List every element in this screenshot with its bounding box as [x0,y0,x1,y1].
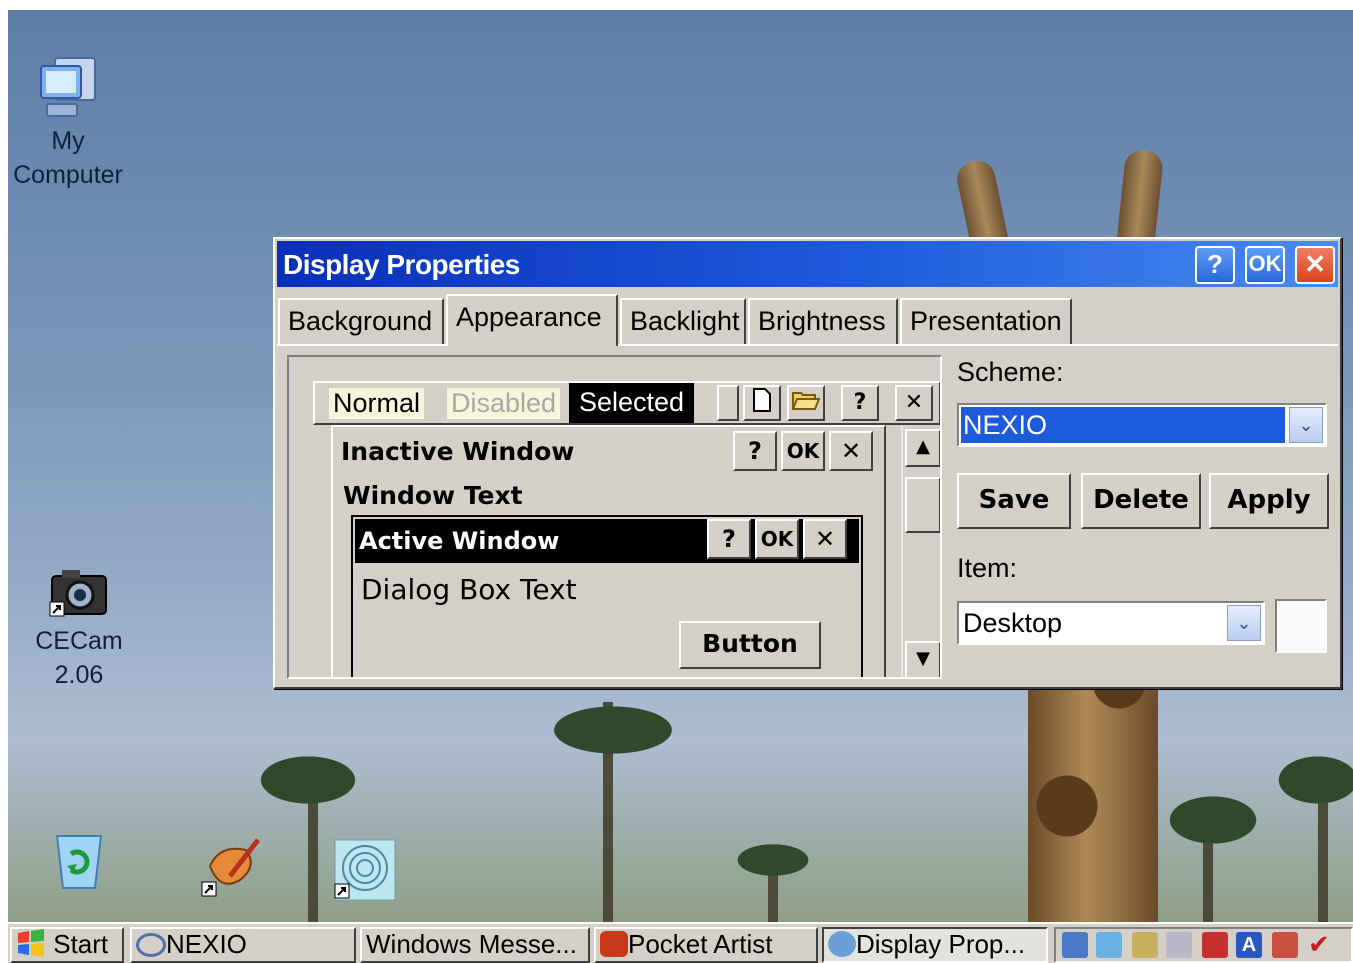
preview-active-window: Active Window ? OK ✕ Dialog Box Text But… [351,515,863,677]
item-dropdown[interactable]: Desktop ⌄ [957,601,1265,645]
cecam-shortcut[interactable]: CECam 2.06 [24,564,134,692]
tab-brightness[interactable]: Brightness [748,298,898,344]
preview-menubar: Normal Disabled Selected ? ✕ [313,381,940,425]
palm-frond [538,700,688,760]
desktop-icon-label: CECam [35,627,123,655]
chevron-down-icon[interactable]: ⌄ [1289,407,1323,443]
nexio-app-icon [136,933,166,957]
taskbar-item-label: Windows Messe... [366,929,577,959]
window-text-sample: Window Text [343,481,523,510]
dialog-box-text-sample: Dialog Box Text [361,573,577,606]
tab-backlight[interactable]: Backlight [620,298,746,344]
close-button[interactable]: ✕ [1295,246,1335,284]
menu-disabled: Disabled [447,388,561,419]
recycle-bin-shortcut[interactable] [44,830,114,892]
save-button[interactable]: Save [957,473,1071,529]
delete-button[interactable]: Delete [1081,473,1201,529]
preview-sample-button: Button [679,621,821,669]
apply-button[interactable]: Apply [1209,473,1329,529]
system-tray: A ✔ [1054,927,1353,963]
display-properties-app-icon [828,931,856,957]
recycle-bin-icon [49,830,109,892]
input-mode-icon[interactable]: A [1236,932,1262,958]
computer-icon [37,54,99,124]
taskbar-item-label: Display Prop... [856,929,1026,959]
help-button[interactable]: ? [1195,246,1235,284]
pen-icon[interactable] [1202,932,1228,958]
tab-appearance[interactable]: Appearance [446,294,618,346]
power-plug-icon[interactable] [1132,932,1158,958]
display-properties-dialog: Display Properties ? OK ✕ Background App… [273,237,1342,689]
preview-inactive-window: Inactive Window ? OK ✕ Window Text Activ… [331,425,886,677]
item-color-swatch[interactable] [1275,599,1327,653]
active-help-icon: ? [707,519,751,559]
active-window-caption: Active Window ? OK ✕ [355,519,859,563]
item-label: Item: [957,553,1018,583]
taskbar-item-pocket-artist[interactable]: Pocket Artist [594,927,818,963]
taskbar-item-windows-messenger[interactable]: Windows Messe... [360,927,590,963]
palm-frond [728,840,818,880]
palm-frond [1268,750,1353,810]
open-folder-icon [787,385,825,421]
desktop-icon-label: Computer [13,161,123,189]
dialog-title: Display Properties [283,249,520,280]
dialog-titlebar[interactable]: Display Properties ? OK ✕ [277,241,1338,287]
user-icon[interactable] [1062,932,1088,958]
active-window-title: Active Window [359,527,560,555]
fingerprint-icon [333,838,397,902]
pocket-artist-shortcut[interactable] [196,836,266,898]
menu-normal: Normal [329,388,425,419]
desktop-icon-label: 2.06 [54,661,104,689]
ok-button[interactable]: OK [1245,246,1285,284]
palette-icon [200,836,262,898]
chevron-down-icon[interactable]: ⌄ [1227,605,1261,641]
active-ok-icon: OK [755,519,799,559]
appearance-preview: Normal Disabled Selected ? ✕ Inactive Wi… [287,355,942,679]
taskbar: Start NEXIO Windows Messe... Pocket Arti… [8,922,1353,963]
camera-icon [48,564,110,624]
scheme-label: Scheme: [957,357,1064,387]
inactive-help-icon: ? [733,431,777,471]
inactive-close-icon: ✕ [829,431,873,471]
taskbar-item-label: NEXIO [166,929,247,959]
keyboard-icon[interactable] [1166,932,1192,958]
start-button[interactable]: Start [10,927,124,963]
my-computer-shortcut[interactable]: My Computer [8,54,128,192]
scroll-down-icon[interactable]: ▼ [905,641,940,677]
windows-flag-icon [18,929,44,957]
scheme-value: NEXIO [961,407,1285,443]
scroll-thumb[interactable] [905,477,940,533]
scroll-up-icon[interactable]: ▲ [905,429,940,467]
tab-presentation[interactable]: Presentation [900,298,1072,344]
new-document-icon [743,385,781,421]
pocket-artist-app-icon [600,931,628,957]
start-label: Start [53,929,109,959]
checkmark-icon[interactable]: ✔ [1308,932,1334,958]
fingerprint-shortcut[interactable] [330,838,400,902]
scheme-dropdown[interactable]: NEXIO ⌄ [957,403,1327,447]
palm-frond [1158,790,1268,850]
preview-scrollbar[interactable]: ▲ ▼ [901,425,940,677]
active-close-icon: ✕ [803,519,847,559]
taskbar-item-nexio[interactable]: NEXIO [130,927,356,963]
network-icon[interactable] [1096,932,1122,958]
desktop-icon-label: My [51,127,85,155]
palm-frond [248,750,368,810]
menu-selected: Selected [569,383,695,423]
item-value: Desktop [963,608,1063,638]
inactive-ok-icon: OK [781,431,825,471]
taskbar-item-label: Pocket Artist [628,929,773,959]
taskbar-item-display-properties[interactable]: Display Prop... [822,927,1048,963]
preview-help-icon: ? [841,385,879,421]
inactive-window-title: Inactive Window [341,437,575,466]
toolbar-separator [717,385,739,421]
preview-close-icon: ✕ [895,385,933,421]
pointer-icon[interactable] [1272,932,1298,958]
tab-background[interactable]: Background [278,298,444,344]
